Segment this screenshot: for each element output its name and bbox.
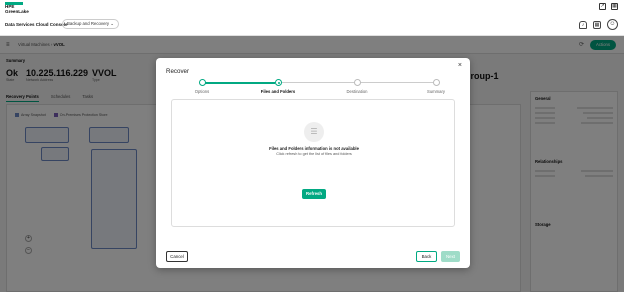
- step-destination-label: Destination: [346, 89, 368, 94]
- chevron-down-icon: ⌄: [110, 21, 114, 26]
- launch-icon[interactable]: ↗: [599, 3, 606, 10]
- recover-modal: Recover × Options Files and Folders Dest…: [156, 58, 470, 268]
- step-summary-dot: [433, 79, 440, 86]
- user-avatar-icon[interactable]: ☺: [607, 19, 618, 30]
- modal-title: Recover: [166, 68, 190, 75]
- step-files-dot: [275, 79, 282, 86]
- empty-state-subtitle: Click refresh to get the list of files a…: [276, 152, 352, 156]
- refresh-button[interactable]: Refresh: [302, 189, 326, 199]
- step-destination-dot: [354, 79, 361, 86]
- top-icons: ↗ ▦: [599, 3, 618, 10]
- console-title[interactable]: Data Services Cloud Console: [5, 22, 68, 27]
- file-icon: ☰: [304, 122, 324, 142]
- step-options-label: Options: [194, 89, 210, 94]
- hpe-logo[interactable]: HPE GreenLake: [5, 4, 29, 14]
- grid-apps-icon[interactable]: ▦: [611, 3, 618, 10]
- step-connector: [361, 82, 433, 83]
- apps-icon[interactable]: ▦: [593, 20, 601, 29]
- empty-state-title: Files and Folders information is not ava…: [269, 146, 359, 151]
- wizard-stepper: Options Files and Folders Destination Su…: [172, 78, 456, 96]
- next-button[interactable]: Next: [441, 251, 460, 262]
- app-bar-icons: ♪ ▦ ☺: [579, 19, 618, 30]
- step-connector: [282, 82, 354, 83]
- step-files-label: Files and Folders: [260, 89, 296, 94]
- bell-icon[interactable]: ♪: [579, 20, 587, 29]
- top-bar: HPE GreenLake ↗ ▦: [0, 0, 624, 14]
- step-options-dot: [199, 79, 206, 86]
- back-button[interactable]: Back: [416, 251, 437, 262]
- files-folders-panel: ☰ Files and Folders information is not a…: [171, 99, 455, 227]
- step-connector: [203, 82, 275, 84]
- service-selector[interactable]: Backup and Recovery ⌄: [62, 19, 119, 29]
- cancel-button[interactable]: Cancel: [166, 251, 188, 262]
- close-icon[interactable]: ×: [458, 62, 462, 69]
- app-bar: Data Services Cloud Console Backup and R…: [0, 14, 624, 36]
- step-summary-label: Summary: [427, 89, 445, 94]
- service-selector-label: Backup and Recovery: [67, 21, 110, 26]
